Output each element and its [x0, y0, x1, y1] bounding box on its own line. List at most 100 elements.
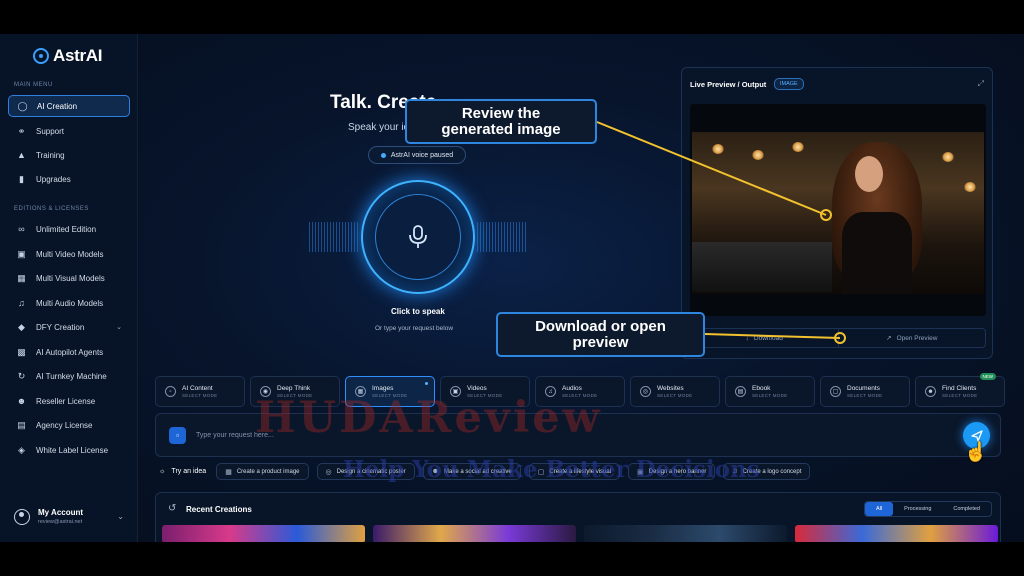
mode-name: Documents	[847, 385, 880, 392]
sidebar-item-label: AI Turnkey Machine	[36, 371, 107, 381]
sidebar-item-ai-turnkey-machine[interactable]: ↻ AI Turnkey Machine	[8, 365, 130, 387]
mode-sub: SELECT MODE	[847, 393, 883, 398]
sidebar-item-support[interactable]: ⚭ Support	[8, 120, 130, 142]
sidebar-item-ai-creation[interactable]: ◯ AI Creation	[8, 95, 130, 117]
sidebar-item-multi-video-models[interactable]: ▣ Multi Video Models	[8, 243, 130, 265]
history-icon: ↺	[168, 503, 177, 514]
thumbnail[interactable]	[584, 525, 787, 542]
sidebar-item-label: Reseller License	[36, 396, 96, 406]
idea-chip-label: Create a product image	[236, 468, 300, 475]
sidebar-item-multi-visual-models[interactable]: ▦ Multi Visual Models	[8, 267, 130, 289]
sidebar-item-label: AI Creation	[37, 101, 78, 111]
editions-label: EDITIONS & LICENSES	[14, 206, 89, 212]
sidebar-item-ai-autopilot-agents[interactable]: ▩ AI Autopilot Agents	[8, 341, 130, 363]
idea-chip-label: Create a logo concept	[742, 468, 802, 475]
sidebar-item-label: Support	[36, 126, 65, 136]
mode-name: Deep Think	[277, 385, 311, 392]
idea-chip[interactable]: ▣ Design a hero banner	[628, 463, 716, 480]
generated-image[interactable]	[690, 104, 986, 316]
tab-processing[interactable]: Processing	[893, 502, 942, 516]
open-preview-button[interactable]: ↗ Open Preview	[837, 329, 986, 347]
idea-chip[interactable]: ◎ Design a cinematic poster	[316, 463, 415, 480]
astrai-logo-icon	[33, 48, 49, 64]
music-note-icon: ♫	[545, 386, 556, 397]
waveform-left	[309, 222, 359, 252]
mode-websites[interactable]: ◎ Websites SELECT MODE	[630, 376, 720, 407]
thumbnail[interactable]	[373, 525, 576, 542]
sidebar-item-agency-license[interactable]: ▤ Agency License	[8, 414, 130, 436]
idea-chip[interactable]: ▢ Create a lifestyle visual	[528, 463, 621, 480]
bar-chart-icon: ▮	[19, 173, 24, 184]
sidebar-item-dfy-creation[interactable]: ◆ DFY Creation ⌄	[8, 316, 130, 338]
tag-icon: ◈	[18, 444, 25, 455]
idea-chip[interactable]: ♫ Create a logo concept	[723, 463, 811, 480]
refresh-icon: ↻	[17, 370, 26, 381]
active-indicator	[425, 382, 428, 385]
mode-ebook[interactable]: ▤ Ebook SELECT MODE	[725, 376, 815, 407]
thumbnail[interactable]	[162, 525, 365, 542]
status-dot-icon	[380, 152, 386, 158]
mode-name: AI Content	[182, 385, 213, 392]
mic-button[interactable]	[375, 194, 461, 280]
download-callout-text: Download or open preview	[535, 317, 666, 351]
mode-images[interactable]: ▦ Images SELECT MODE	[345, 376, 435, 407]
account-name: My Account	[38, 508, 84, 517]
chat-icon: ▫	[165, 386, 176, 397]
photo-subject-face	[855, 156, 883, 192]
review-callout: Review the generated image	[405, 99, 597, 144]
sidebar-item-label: Multi Video Models	[36, 249, 104, 259]
mode-ai-content[interactable]: ▫ AI Content SELECT MODE	[155, 376, 245, 407]
sidebar-item-white-label-license[interactable]: ◈ White Label License	[8, 439, 130, 461]
account-menu[interactable]: My Account review@astrai.net ⌄	[14, 508, 124, 525]
waveform-right	[477, 222, 527, 252]
sidebar-item-multi-audio-models[interactable]: ♫ Multi Audio Models	[8, 292, 130, 314]
user-check-icon: ☻	[16, 396, 27, 406]
sidebar-item-unlimited-edition[interactable]: ∞ Unlimited Edition	[8, 218, 130, 240]
mode-name: Websites	[657, 385, 684, 392]
idea-chip[interactable]: ☻ Make a social ad creative	[422, 463, 521, 480]
photo-counter	[692, 242, 832, 292]
mode-audios[interactable]: ♫ Audios SELECT MODE	[535, 376, 625, 407]
sidebar-item-label: Training	[36, 150, 65, 160]
image-icon: ▦	[17, 272, 26, 283]
mode-sub: SELECT MODE	[372, 393, 408, 398]
expand-icon[interactable]: ⤢	[978, 79, 984, 89]
mode-find-clients[interactable]: ☻ Find Clients SELECT MODE NEW	[915, 373, 1005, 407]
hand-cursor-icon: ☝	[964, 442, 988, 463]
sidebar-item-label: Multi Visual Models	[36, 273, 105, 283]
mode-videos[interactable]: ▣ Videos SELECT MODE	[440, 376, 530, 407]
idea-chip-label: Design a cinematic poster	[336, 468, 406, 475]
mode-selector: ▫ AI Content SELECT MODE ◉ Deep Think SELE…	[155, 373, 1005, 407]
download-button[interactable]: ↓ Download	[691, 329, 838, 347]
mode-documents[interactable]: ▢ Documents SELECT MODE	[820, 376, 910, 407]
app-name: AstrAI	[53, 46, 103, 65]
sidebar-item-upgrades[interactable]: ▮ Upgrades	[8, 168, 130, 190]
sidebar-item-reseller-license[interactable]: ☻ Reseller License	[8, 390, 130, 412]
salon-photo	[692, 132, 984, 294]
tab-completed[interactable]: Completed	[942, 502, 991, 516]
idea-chip[interactable]: ▦ Create a product image	[216, 463, 309, 480]
preview-type-badge: IMAGE	[774, 78, 804, 90]
sidebar-item-training[interactable]: ▲ Training	[8, 144, 130, 166]
download-callout: Download or open preview	[496, 312, 705, 357]
mode-deep-think[interactable]: ◉ Deep Think SELECT MODE	[250, 376, 340, 407]
download-icon: ↓	[745, 334, 749, 342]
users-icon: ☻	[431, 468, 440, 475]
headset-icon: ⚭	[17, 125, 26, 136]
recent-creations: ↺ Recent Creations All Processing Comple…	[155, 492, 1001, 542]
chevron-down-icon: ⌄	[117, 512, 124, 521]
image-icon: ▦	[355, 386, 366, 397]
thumbnail[interactable]	[795, 525, 998, 542]
try-idea-label: ☼ Try an idea	[159, 468, 206, 475]
photo-subject-body	[842, 212, 912, 294]
globe-icon: ◎	[640, 386, 651, 397]
photo-lamp	[792, 142, 804, 152]
app-logo[interactable]: AstrAI	[33, 46, 103, 66]
mode-sub: SELECT MODE	[942, 393, 978, 398]
tab-all[interactable]: All	[865, 502, 894, 516]
microphone-icon	[409, 225, 427, 248]
mode-sub: SELECT MODE	[467, 393, 503, 398]
request-input[interactable]	[196, 427, 796, 444]
sidebar-item-label: DFY Creation	[36, 322, 85, 332]
voice-status-badge: AstrAI voice paused	[368, 146, 466, 164]
